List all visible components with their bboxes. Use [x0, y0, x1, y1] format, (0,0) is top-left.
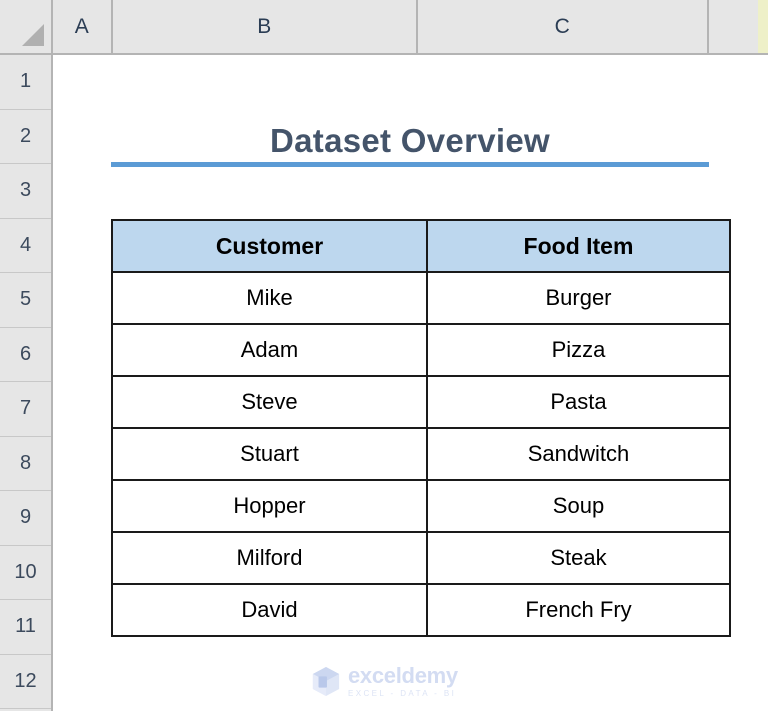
column-header-b[interactable]: B: [113, 0, 418, 53]
watermark-tagline: EXCEL - DATA - BI: [348, 688, 457, 698]
cell-customer[interactable]: Mike: [111, 271, 428, 325]
column-header-a[interactable]: A: [53, 0, 113, 53]
column-header-customer[interactable]: Customer: [111, 219, 428, 273]
row-header-9[interactable]: 9: [0, 491, 51, 546]
cell-food-item[interactable]: Sandwitch: [426, 427, 731, 481]
cell-food-item[interactable]: Burger: [426, 271, 731, 325]
cell-customer[interactable]: David: [111, 583, 428, 637]
row-headers: 1 2 3 4 5 6 7 8 9 10 11 12: [0, 55, 53, 711]
column-header-food-item[interactable]: Food Item: [426, 219, 731, 273]
table-row[interactable]: David French Fry: [111, 583, 731, 637]
cell-customer[interactable]: Stuart: [111, 427, 428, 481]
cell-food-item[interactable]: French Fry: [426, 583, 731, 637]
column-header-d[interactable]: [709, 0, 768, 53]
cell-food-item[interactable]: Pasta: [426, 375, 731, 429]
cell-customer[interactable]: Hopper: [111, 479, 428, 533]
cell-customer[interactable]: Steve: [111, 375, 428, 429]
row-header-7[interactable]: 7: [0, 382, 51, 437]
row-header-6[interactable]: 6: [0, 328, 51, 382]
row-header-5[interactable]: 5: [0, 273, 51, 328]
cell-customer[interactable]: Adam: [111, 323, 428, 377]
row-header-8[interactable]: 8: [0, 437, 51, 491]
watermark-text: exceldemy EXCEL - DATA - BI: [348, 662, 458, 698]
dataset-table[interactable]: Customer Food Item Mike Burger Adam Pizz…: [111, 219, 731, 637]
table-row[interactable]: Adam Pizza: [111, 323, 731, 377]
sheet-title-text: Dataset Overview: [270, 122, 550, 159]
row-header-3[interactable]: 3: [0, 164, 51, 219]
select-all-triangle-icon: [22, 24, 44, 46]
cell-customer[interactable]: Milford: [111, 531, 428, 585]
table-body: Mike Burger Adam Pizza Steve Pasta Stuar…: [111, 271, 731, 637]
row-header-11[interactable]: 11: [0, 600, 51, 655]
table-row[interactable]: Stuart Sandwitch: [111, 427, 731, 481]
row-header-12[interactable]: 12: [0, 655, 51, 709]
worksheet-canvas[interactable]: Dataset Overview Customer Food Item Mike…: [55, 57, 768, 711]
table-row[interactable]: Steve Pasta: [111, 375, 731, 429]
column-header-c[interactable]: C: [418, 0, 709, 53]
cell-food-item[interactable]: Steak: [426, 531, 731, 585]
cell-food-item[interactable]: Pizza: [426, 323, 731, 377]
row-header-2[interactable]: 2: [0, 110, 51, 164]
table-row[interactable]: Mike Burger: [111, 271, 731, 325]
column-headers: A B C: [0, 0, 768, 55]
table-header-row: Customer Food Item: [111, 219, 731, 273]
title-underline-rule: [111, 162, 709, 167]
exceldemy-watermark: exceldemy EXCEL - DATA - BI: [311, 663, 471, 699]
row-header-4[interactable]: 4: [0, 219, 51, 273]
column-header-d-tint: [758, 0, 768, 53]
cell-food-item[interactable]: Soup: [426, 479, 731, 533]
table-row[interactable]: Hopper Soup: [111, 479, 731, 533]
select-all-button[interactable]: [0, 0, 53, 53]
sheet-title[interactable]: Dataset Overview: [111, 114, 709, 168]
table-row[interactable]: Milford Steak: [111, 531, 731, 585]
spreadsheet-grid: Dataset Overview Customer Food Item Mike…: [0, 0, 768, 711]
exceldemy-cube-logo-icon: [312, 666, 340, 696]
row-header-1[interactable]: 1: [0, 55, 51, 110]
row-header-10[interactable]: 10: [0, 546, 51, 600]
watermark-brand: exceldemy: [348, 662, 458, 688]
